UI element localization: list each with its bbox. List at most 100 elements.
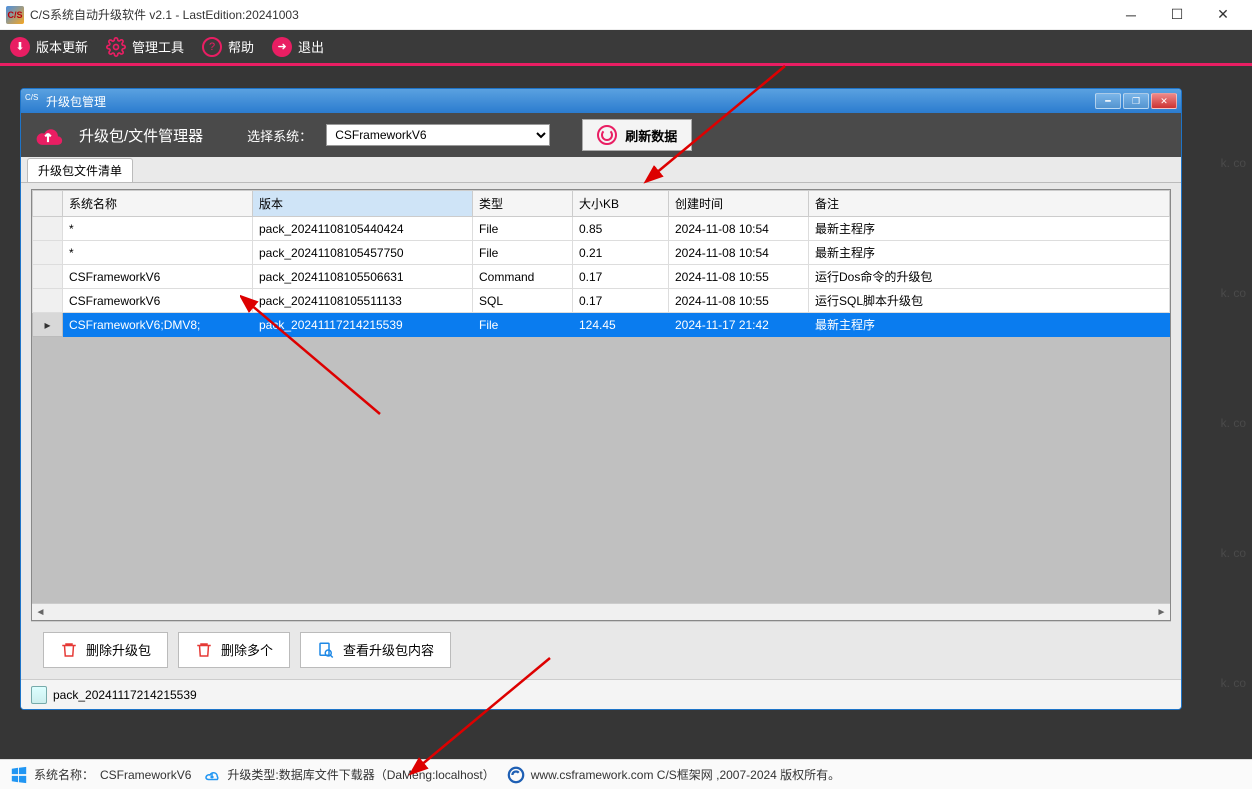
view-package-label: 查看升级包内容	[343, 640, 434, 659]
row-indicator	[33, 241, 63, 265]
windows-flag-icon	[10, 766, 28, 784]
delete-package-button[interactable]: 删除升级包	[43, 632, 168, 668]
download-icon: ⬇	[10, 37, 30, 57]
scroll-left-arrow[interactable]: ◄	[32, 607, 49, 618]
cell-type: File	[473, 313, 573, 337]
help-icon: ?	[202, 37, 222, 57]
cell-created: 2024-11-08 10:55	[669, 289, 809, 313]
row-header-corner	[33, 191, 63, 217]
refresh-label: 刷新数据	[625, 126, 677, 145]
data-grid[interactable]: 系统名称 版本 类型 大小KB 创建时间 备注 * pack_202411081…	[31, 189, 1171, 621]
tab-package-list[interactable]: 升级包文件清单	[27, 158, 133, 182]
inner-window-title: 升级包管理	[46, 93, 106, 110]
refresh-icon	[597, 125, 617, 145]
app-status-bar: 系统名称： CSFrameworkV6 升级类型:数据库文件下载器（DaMeng…	[0, 759, 1252, 789]
table-row[interactable]: ▸ CSFrameworkV6;DMV8; pack_2024111721421…	[33, 313, 1170, 337]
cell-system: CSFrameworkV6	[63, 289, 253, 313]
cell-remark: 运行Dos命令的升级包	[809, 265, 1170, 289]
table-row[interactable]: CSFrameworkV6 pack_20241108105511133 SQL…	[33, 289, 1170, 313]
window-maximize-button[interactable]: ☐	[1154, 1, 1200, 29]
inner-maximize-button[interactable]: ❐	[1123, 93, 1149, 109]
column-system-name[interactable]: 系统名称	[63, 191, 253, 217]
table-row[interactable]: CSFrameworkV6 pack_20241108105506631 Com…	[33, 265, 1170, 289]
status-upgrade-type: 升级类型:数据库文件下载器（DaMeng:localhost）	[227, 766, 494, 783]
cell-remark: 最新主程序	[809, 313, 1170, 337]
toolbar-label-exit: 退出	[298, 37, 324, 56]
trash-icon	[195, 641, 213, 659]
exit-icon: ➜	[272, 37, 292, 57]
cell-size: 0.17	[573, 265, 669, 289]
cell-size: 0.85	[573, 217, 669, 241]
cell-version: pack_20241108105506631	[253, 265, 473, 289]
window-minimize-button[interactable]: ─	[1108, 1, 1154, 29]
gear-icon	[106, 37, 126, 57]
cell-size: 124.45	[573, 313, 669, 337]
search-document-icon	[317, 641, 335, 659]
status-system-label: 系统名称：	[34, 766, 94, 783]
scroll-right-arrow[interactable]: ►	[1153, 607, 1170, 618]
watermark: k. co	[1221, 546, 1246, 560]
grid-container: 系统名称 版本 类型 大小KB 创建时间 备注 * pack_202411081…	[21, 183, 1181, 679]
action-button-row: 删除升级包 删除多个 查看升级包内容	[31, 621, 1171, 677]
toolbar-label-help: 帮助	[228, 37, 254, 56]
toolbar-version-update[interactable]: ⬇ 版本更新	[10, 37, 88, 57]
column-type[interactable]: 类型	[473, 191, 573, 217]
status-site-info: www.csframework.com C/S框架网 ,2007-2024 版权…	[531, 766, 840, 783]
status-system-value: CSFrameworkV6	[100, 768, 191, 782]
watermark: k. co	[1221, 676, 1246, 690]
system-select[interactable]: CSFrameworkV6	[326, 124, 550, 146]
row-indicator: ▸	[33, 313, 63, 337]
row-indicator	[33, 265, 63, 289]
cell-version: pack_20241117214215539	[253, 313, 473, 337]
inner-minimize-button[interactable]: ━	[1095, 93, 1121, 109]
client-area: k. co k. co k. co k. co k. co C/S 升级包管理 …	[0, 66, 1252, 759]
inner-close-button[interactable]: ✕	[1151, 93, 1177, 109]
cell-size: 0.21	[573, 241, 669, 265]
cell-type: File	[473, 217, 573, 241]
toolbar-manage-tools[interactable]: 管理工具	[106, 37, 184, 57]
cell-created: 2024-11-17 21:42	[669, 313, 809, 337]
cell-version: pack_20241108105440424	[253, 217, 473, 241]
cell-version: pack_20241108105457750	[253, 241, 473, 265]
toolbar-help[interactable]: ? 帮助	[202, 37, 254, 57]
app-icon: C/S	[6, 6, 24, 24]
inner-header-title: 升级包/文件管理器	[79, 125, 203, 146]
refresh-data-button[interactable]: 刷新数据	[582, 119, 692, 151]
cell-type: File	[473, 241, 573, 265]
window-close-button[interactable]: ✕	[1200, 1, 1246, 29]
delete-multiple-label: 删除多个	[221, 640, 273, 659]
column-created[interactable]: 创建时间	[669, 191, 809, 217]
cell-remark: 最新主程序	[809, 241, 1170, 265]
watermark: k. co	[1221, 416, 1246, 430]
grid-empty-area	[32, 337, 1170, 603]
column-remark[interactable]: 备注	[809, 191, 1170, 217]
cell-version: pack_20241108105511133	[253, 289, 473, 313]
cell-created: 2024-11-08 10:54	[669, 241, 809, 265]
inner-window: C/S 升级包管理 ━ ❐ ✕ 升级包/文件管理器 选择系统： CSFramew…	[20, 88, 1182, 710]
table-row[interactable]: * pack_20241108105457750 File 0.21 2024-…	[33, 241, 1170, 265]
row-indicator	[33, 289, 63, 313]
table-row[interactable]: * pack_20241108105440424 File 0.85 2024-…	[33, 217, 1170, 241]
toolbar-exit[interactable]: ➜ 退出	[272, 37, 324, 57]
delete-package-label: 删除升级包	[86, 640, 151, 659]
cell-system: CSFrameworkV6	[63, 265, 253, 289]
horizontal-scrollbar[interactable]: ◄ ►	[32, 603, 1170, 620]
cell-type: Command	[473, 265, 573, 289]
tab-strip: 升级包文件清单	[21, 157, 1181, 183]
inner-header: 升级包/文件管理器 选择系统： CSFrameworkV6 刷新数据	[21, 113, 1181, 157]
view-package-content-button[interactable]: 查看升级包内容	[300, 632, 451, 668]
toolbar-label-manage: 管理工具	[132, 37, 184, 56]
site-logo-icon	[507, 766, 525, 784]
cloud-upload-icon	[31, 121, 65, 149]
column-version[interactable]: 版本	[253, 191, 473, 217]
watermark: k. co	[1221, 286, 1246, 300]
cell-type: SQL	[473, 289, 573, 313]
cell-system: CSFrameworkV6;DMV8;	[63, 313, 253, 337]
delete-multiple-button[interactable]: 删除多个	[178, 632, 290, 668]
cell-remark: 运行SQL脚本升级包	[809, 289, 1170, 313]
cloud-download-icon	[203, 766, 221, 784]
column-size[interactable]: 大小KB	[573, 191, 669, 217]
cell-system: *	[63, 217, 253, 241]
window-titlebar: C/S C/S系统自动升级软件 v2.1 - LastEdition:20241…	[0, 0, 1252, 30]
row-indicator	[33, 217, 63, 241]
